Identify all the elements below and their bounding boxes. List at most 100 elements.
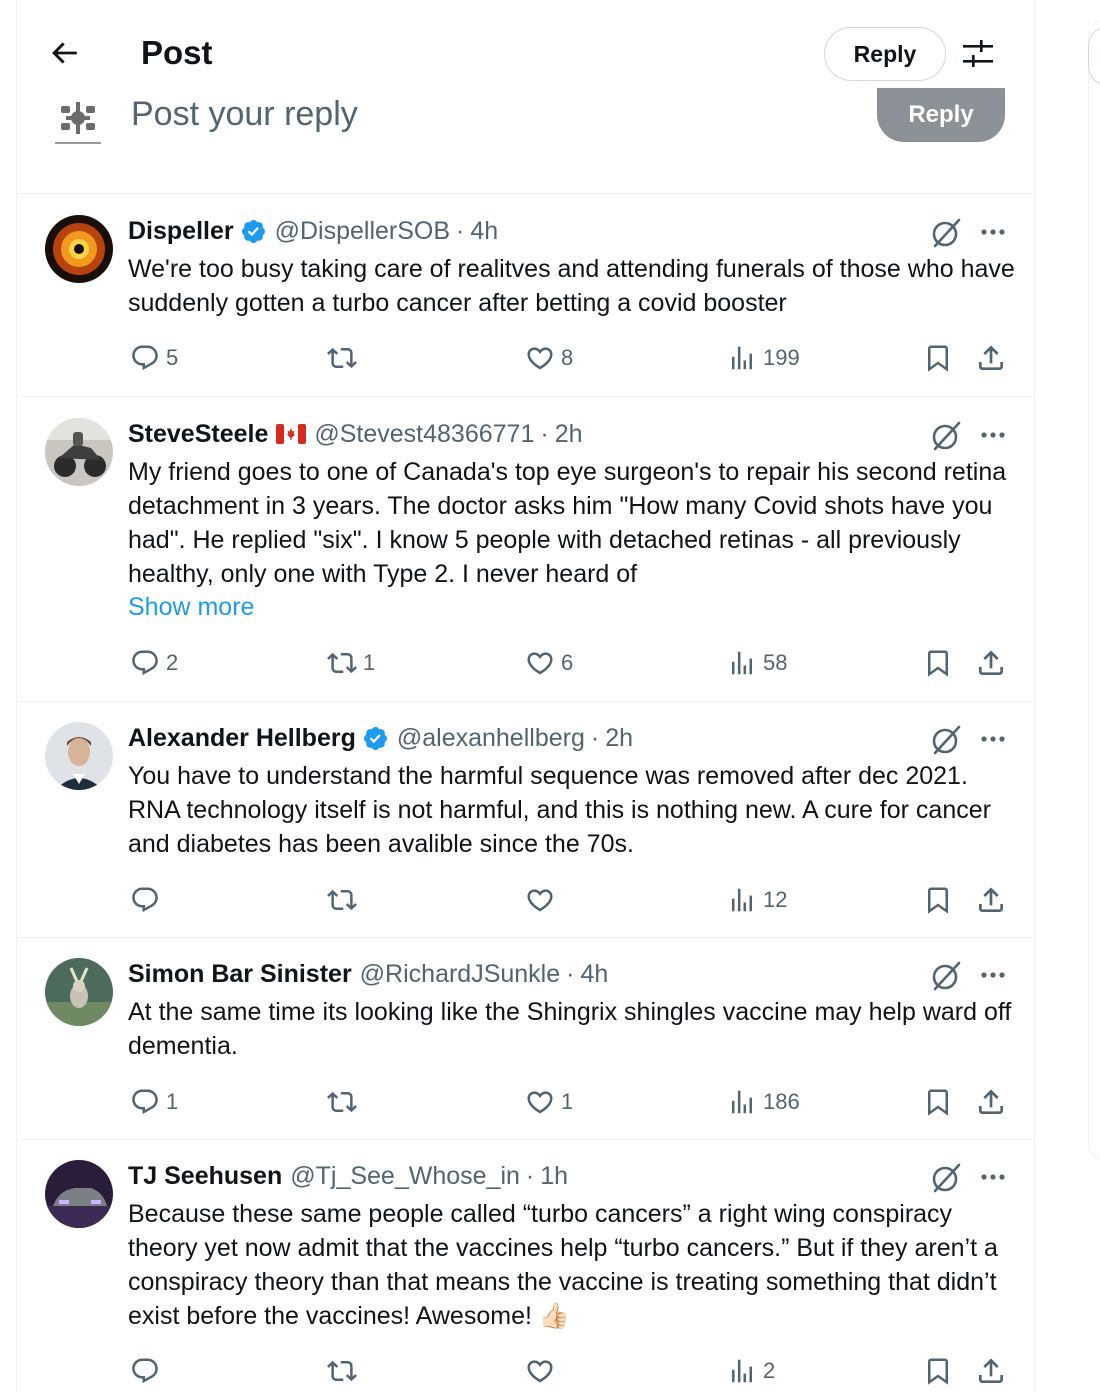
views-icon xyxy=(732,888,752,912)
reply-post[interactable]: Alexander Hellberg @alexanhellberg · 2h … xyxy=(17,702,1036,938)
like-action[interactable]: 6 xyxy=(525,648,573,678)
display-name[interactable]: Dispeller xyxy=(128,217,234,246)
post-time[interactable]: 1h xyxy=(540,1162,568,1191)
post-time[interactable]: 2h xyxy=(605,724,633,753)
repost-action[interactable] xyxy=(327,1087,363,1117)
bookmark-icon[interactable] xyxy=(923,1087,953,1117)
page-title: Post xyxy=(141,34,213,71)
reply-icon xyxy=(132,650,158,676)
reply-post[interactable]: Simon Bar Sinister @RichardJSunkle · 4h … xyxy=(17,938,1036,1140)
grok-icon[interactable] xyxy=(929,959,963,993)
avatar[interactable] xyxy=(45,1160,113,1228)
share-icon[interactable] xyxy=(975,884,1007,916)
grok-icon[interactable] xyxy=(929,216,963,250)
reply-action[interactable] xyxy=(130,885,166,915)
views-icon xyxy=(732,1359,752,1383)
show-more-link[interactable]: Show more xyxy=(128,593,254,622)
views-count: 199 xyxy=(763,345,800,370)
display-name[interactable]: Simon Bar Sinister xyxy=(128,960,352,989)
display-name[interactable]: SteveSteele xyxy=(128,420,268,449)
header-reply-button[interactable]: Reply xyxy=(824,27,946,81)
reply-count: 1 xyxy=(166,1089,179,1114)
like-action[interactable]: 8 xyxy=(525,343,573,373)
repost-icon xyxy=(327,347,357,369)
bookmark-icon[interactable] xyxy=(923,1356,953,1386)
post-time[interactable]: 4h xyxy=(470,217,498,246)
post-text: My friend goes to one of Canada's top ey… xyxy=(128,458,1007,588)
views-icon xyxy=(732,346,752,370)
views-action[interactable]: 186 xyxy=(727,1087,800,1117)
bookmark-icon[interactable] xyxy=(923,648,953,678)
more-icon[interactable] xyxy=(977,419,1009,451)
heart-icon xyxy=(527,347,553,370)
repost-icon xyxy=(327,1360,357,1382)
bookmark-icon[interactable] xyxy=(923,885,953,915)
repost-action[interactable] xyxy=(327,885,363,915)
user-handle[interactable]: @DispellerSOB xyxy=(275,217,450,246)
share-icon[interactable] xyxy=(975,647,1007,679)
user-handle[interactable]: @RichardJSunkle xyxy=(360,960,560,989)
reply-icon xyxy=(132,1358,158,1384)
post-time[interactable]: 2h xyxy=(555,420,583,449)
user-handle[interactable]: @Stevest48366771 xyxy=(314,420,534,449)
back-arrow-icon[interactable] xyxy=(47,36,81,70)
like-action[interactable]: 1 xyxy=(525,1087,573,1117)
repost-action[interactable]: 1 xyxy=(327,648,375,678)
views-count: 2 xyxy=(763,1358,776,1383)
avatar[interactable] xyxy=(45,418,113,486)
more-icon[interactable] xyxy=(977,723,1009,755)
reply-post[interactable]: SteveSteele @Stevest48366771 · 2h My fri… xyxy=(17,397,1036,702)
views-action[interactable]: 2 xyxy=(727,1356,775,1386)
reply-action[interactable]: 5 xyxy=(130,343,178,373)
sliders-icon[interactable] xyxy=(961,38,995,70)
views-action[interactable]: 199 xyxy=(727,343,800,373)
post-time[interactable]: 4h xyxy=(580,960,608,989)
reply-post[interactable]: Dispeller @DispellerSOB · 4h We're too b… xyxy=(17,194,1036,397)
repost-icon xyxy=(327,889,357,911)
reply-count: 5 xyxy=(166,345,179,370)
reply-action[interactable] xyxy=(130,1356,166,1386)
reply-icon xyxy=(132,887,158,913)
reply-icon xyxy=(132,1089,158,1115)
canada-flag-icon xyxy=(276,424,307,444)
user-handle[interactable]: @alexanhellberg xyxy=(397,724,585,753)
reply-action[interactable]: 1 xyxy=(130,1087,178,1117)
verified-badge-icon xyxy=(241,219,265,243)
grok-icon[interactable] xyxy=(929,419,963,453)
heart-icon xyxy=(527,652,553,675)
views-action[interactable]: 12 xyxy=(727,885,787,915)
views-count: 12 xyxy=(763,887,788,912)
avatar[interactable] xyxy=(45,215,113,283)
like-count: 8 xyxy=(561,345,574,370)
more-icon[interactable] xyxy=(977,959,1009,991)
bookmark-icon[interactable] xyxy=(923,343,953,373)
right-sidebar-panel xyxy=(1088,20,1100,1160)
reply-input[interactable] xyxy=(131,92,731,136)
avatar[interactable] xyxy=(45,958,113,1026)
display-name[interactable]: Alexander Hellberg xyxy=(128,724,356,753)
views-action[interactable]: 58 xyxy=(727,648,787,678)
repost-action[interactable] xyxy=(327,1356,363,1386)
avatar[interactable] xyxy=(45,722,113,790)
more-icon[interactable] xyxy=(977,1161,1009,1193)
reply-composer: Reply xyxy=(17,88,1036,194)
reply-action[interactable]: 2 xyxy=(130,648,178,678)
reply-post[interactable]: TJ Seehusen @Tj_See_Whose_in · 1h Becaus… xyxy=(17,1140,1036,1392)
views-icon xyxy=(732,1090,752,1114)
composer-reply-button[interactable]: Reply xyxy=(877,88,1005,142)
post-column: Post Reply Post your reply Reply Dispell… xyxy=(16,0,1036,1392)
like-action[interactable] xyxy=(525,1356,561,1386)
repost-action[interactable] xyxy=(327,343,363,373)
grok-icon[interactable] xyxy=(929,723,963,757)
post-text: We're too busy taking care of realitves … xyxy=(128,255,1015,317)
like-count: 6 xyxy=(561,650,574,675)
share-icon[interactable] xyxy=(975,1355,1007,1387)
share-icon[interactable] xyxy=(975,342,1007,374)
grok-icon[interactable] xyxy=(929,1161,963,1195)
like-action[interactable] xyxy=(525,885,561,915)
share-icon[interactable] xyxy=(975,1086,1007,1118)
views-count: 58 xyxy=(763,650,788,675)
user-handle[interactable]: @Tj_See_Whose_in xyxy=(290,1162,520,1191)
more-icon[interactable] xyxy=(977,216,1009,248)
display-name[interactable]: TJ Seehusen xyxy=(128,1162,282,1191)
